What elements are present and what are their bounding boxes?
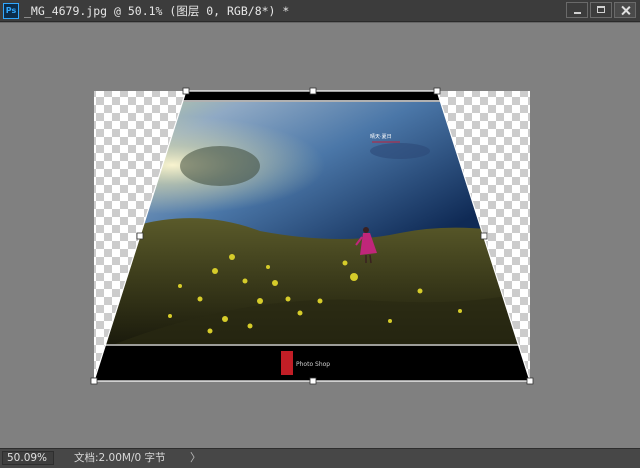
handle-middle-left[interactable] [136,232,144,240]
svg-text:Photo Shop: Photo Shop [296,361,330,368]
photo-caption: 晴天·夏日 [370,133,392,140]
photoshop-app-icon[interactable]: Ps [3,3,19,19]
close-icon[interactable] [614,2,636,18]
maximize-icon[interactable] [590,2,612,18]
status-bar: 50.09% 文档:2.00M/0 字节 〉 [0,448,640,468]
handle-middle-right[interactable] [480,232,488,240]
handle-top-center[interactable] [309,87,317,95]
handle-top-left[interactable] [182,87,190,95]
handle-bottom-left[interactable] [90,377,98,385]
document-tab-title[interactable]: _MG_4679.jpg @ 50.1% (图层 0, RGB/8*) * [24,3,289,19]
canvas-workspace[interactable]: 晴天·夏日 Photo Shop [0,22,640,448]
handle-bottom-right[interactable] [526,377,534,385]
minimize-icon[interactable] [566,2,588,18]
zoom-level-field[interactable]: 50.09% [2,451,54,465]
window-controls [566,2,636,18]
document-canvas[interactable]: 晴天·夏日 Photo Shop [0,23,640,449]
status-menu-arrow-icon[interactable]: 〉 [190,450,201,466]
handle-top-right[interactable] [433,87,441,95]
document-size-info[interactable]: 文档:2.00M/0 字节 [74,451,166,466]
handle-bottom-center[interactable] [309,377,317,385]
title-bar: Ps _MG_4679.jpg @ 50.1% (图层 0, RGB/8*) * [0,0,640,22]
